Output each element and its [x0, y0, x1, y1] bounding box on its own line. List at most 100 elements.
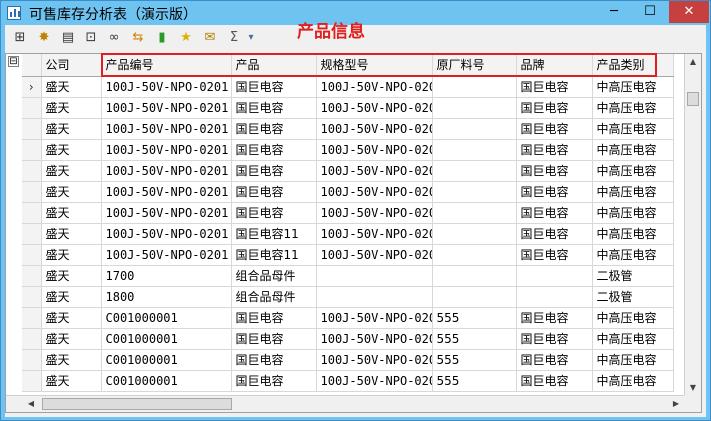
- cell-company[interactable]: 盛天: [41, 202, 102, 224]
- cell-company[interactable]: 盛天: [41, 160, 102, 182]
- cell-brand[interactable]: 国巨电容: [516, 118, 593, 140]
- cell-company[interactable]: 盛天: [41, 370, 102, 392]
- cell-product-code[interactable]: 100J-50V-NPO-0201...: [101, 202, 232, 224]
- cell-spec-model[interactable]: 100J-50V-NPO-0201: [316, 118, 433, 140]
- cell-brand[interactable]: 国巨电容: [516, 76, 593, 98]
- row-header[interactable]: [22, 118, 42, 140]
- cell-product[interactable]: 国巨电容: [231, 97, 317, 119]
- cell-product-code[interactable]: 100J-50V-NPO-0201...: [101, 181, 232, 203]
- cell-spec-model[interactable]: 100J-50V-NPO-0201: [316, 97, 433, 119]
- cell-product-category[interactable]: 二极管: [592, 265, 674, 287]
- cell-spec-model[interactable]: 100J-50V-NPO-0201: [316, 349, 433, 371]
- scroll-left-icon[interactable]: ◀: [24, 397, 38, 411]
- cell-factory-part-no[interactable]: [432, 118, 517, 140]
- cell-product[interactable]: 国巨电容: [231, 307, 317, 329]
- cell-brand[interactable]: 国巨电容: [516, 349, 593, 371]
- column-header-factory-part-no[interactable]: 原厂料号: [432, 54, 517, 77]
- cell-company[interactable]: 盛天: [41, 244, 102, 266]
- cell-company[interactable]: 盛天: [41, 118, 102, 140]
- cell-product[interactable]: 国巨电容: [231, 160, 317, 182]
- cell-product-category[interactable]: 中高压电容: [592, 76, 674, 98]
- cell-product-code[interactable]: 100J-50V-NPO-0201...: [101, 139, 232, 161]
- vertical-scroll-thumb[interactable]: [687, 92, 699, 106]
- cell-spec-model[interactable]: 100J-50V-NPO-0201: [316, 307, 433, 329]
- cell-factory-part-no[interactable]: 555: [432, 307, 517, 329]
- row-header[interactable]: [22, 328, 42, 350]
- sum-icon[interactable]: Σ: [225, 29, 243, 47]
- cell-brand[interactable]: [516, 286, 593, 308]
- cell-spec-model[interactable]: 100J-50V-NPO-0201: [316, 181, 433, 203]
- cell-product-code[interactable]: C001000001: [101, 349, 232, 371]
- cell-factory-part-no[interactable]: [432, 139, 517, 161]
- cell-factory-part-no[interactable]: 555: [432, 349, 517, 371]
- table-row[interactable]: 盛天 C001000001 国巨电容 100J-50V-NPO-0201 555 国巨电容…: [22, 370, 674, 392]
- horizontal-scroll-thumb[interactable]: [42, 398, 232, 410]
- scroll-up-icon[interactable]: ▲: [685, 55, 701, 69]
- cell-product[interactable]: 国巨电容: [231, 370, 317, 392]
- cell-company[interactable]: 盛天: [41, 328, 102, 350]
- cell-company[interactable]: 盛天: [41, 265, 102, 287]
- refresh-icon[interactable]: ✸: [35, 29, 53, 47]
- cell-product-category[interactable]: 中高压电容: [592, 370, 674, 392]
- cell-factory-part-no[interactable]: 555: [432, 328, 517, 350]
- cell-company[interactable]: 盛天: [41, 97, 102, 119]
- cell-product-code[interactable]: 100J-50V-NPO-0201...: [101, 97, 232, 119]
- maximize-button[interactable]: ☐: [633, 1, 667, 23]
- table-row[interactable]: 盛天100J-50V-NPO-0201...国巨电容11100J-50V-NPO…: [22, 244, 674, 266]
- cell-product[interactable]: 国巨电容: [231, 349, 317, 371]
- table-row[interactable]: ›盛天100J-50V-NPO-0201...国巨电容100J-50V-NPO-…: [22, 76, 674, 98]
- cell-product-code[interactable]: 100J-50V-NPO-0201...: [101, 76, 232, 98]
- print-icon[interactable]: ▤: [59, 29, 77, 47]
- row-header[interactable]: [22, 370, 42, 392]
- cell-spec-model[interactable]: 100J-50V-NPO-0201: [316, 328, 433, 350]
- table-row[interactable]: 盛天100J-50V-NPO-0201...国巨电容100J-50V-NPO-0…: [22, 139, 674, 161]
- cell-product-code[interactable]: 1800: [101, 286, 232, 308]
- table-row[interactable]: 盛天100J-50V-NPO-0201...国巨电容100J-50V-NPO-0…: [22, 97, 674, 119]
- cell-product-category[interactable]: 二极管: [592, 286, 674, 308]
- cell-product-category[interactable]: 中高压电容: [592, 244, 674, 266]
- cell-brand[interactable]: [516, 265, 593, 287]
- column-header-company[interactable]: 公司: [41, 54, 102, 77]
- collapse-all-icon[interactable]: ⊟: [8, 56, 19, 67]
- row-header[interactable]: [22, 244, 42, 266]
- sync-icon[interactable]: ⇆: [129, 29, 147, 47]
- grid-export-icon[interactable]: ⊞: [11, 29, 29, 47]
- cell-company[interactable]: 盛天: [41, 349, 102, 371]
- cell-factory-part-no[interactable]: [432, 223, 517, 245]
- cell-brand[interactable]: 国巨电容: [516, 244, 593, 266]
- scroll-right-icon[interactable]: ▶: [669, 397, 683, 411]
- cell-product-category[interactable]: 中高压电容: [592, 349, 674, 371]
- scroll-down-icon[interactable]: ▼: [685, 381, 701, 395]
- cell-company[interactable]: 盛天: [41, 223, 102, 245]
- cell-product-category[interactable]: 中高压电容: [592, 139, 674, 161]
- column-header-product-code[interactable]: 产品编号: [101, 54, 232, 77]
- cell-product-category[interactable]: 中高压电容: [592, 118, 674, 140]
- row-header[interactable]: ›: [22, 76, 42, 98]
- cell-spec-model[interactable]: 100J-50V-NPO-0201: [316, 223, 433, 245]
- cell-spec-model[interactable]: 100J-50V-NPO-0201: [316, 202, 433, 224]
- cell-product-code[interactable]: 100J-50V-NPO-0201...: [101, 244, 232, 266]
- cell-product-category[interactable]: 中高压电容: [592, 202, 674, 224]
- cell-product[interactable]: 国巨电容: [231, 76, 317, 98]
- cell-product[interactable]: 国巨电容11: [231, 244, 317, 266]
- cell-company[interactable]: 盛天: [41, 76, 102, 98]
- cell-product-category[interactable]: 中高压电容: [592, 307, 674, 329]
- cell-product[interactable]: 组合品母件: [231, 265, 317, 287]
- cell-product[interactable]: 国巨电容: [231, 202, 317, 224]
- cell-spec-model[interactable]: 100J-50V-NPO-0201: [316, 76, 433, 98]
- cell-factory-part-no[interactable]: [432, 160, 517, 182]
- cell-spec-model[interactable]: 100J-50V-NPO-0201: [316, 139, 433, 161]
- cell-spec-model[interactable]: [316, 265, 433, 287]
- star-icon[interactable]: ★: [177, 29, 195, 47]
- cell-brand[interactable]: 国巨电容: [516, 202, 593, 224]
- cell-product-category[interactable]: 中高压电容: [592, 160, 674, 182]
- row-header[interactable]: [22, 97, 42, 119]
- column-header-product-category[interactable]: 产品类别: [592, 54, 674, 77]
- table-row[interactable]: 盛天100J-50V-NPO-0201...国巨电容100J-50V-NPO-0…: [22, 160, 674, 182]
- cell-product-code[interactable]: C001000001: [101, 370, 232, 392]
- cell-factory-part-no[interactable]: [432, 286, 517, 308]
- mail-icon[interactable]: ✉: [201, 29, 219, 47]
- cell-product[interactable]: 国巨电容: [231, 139, 317, 161]
- cell-brand[interactable]: 国巨电容: [516, 160, 593, 182]
- column-header-spec-model[interactable]: 规格型号: [316, 54, 433, 77]
